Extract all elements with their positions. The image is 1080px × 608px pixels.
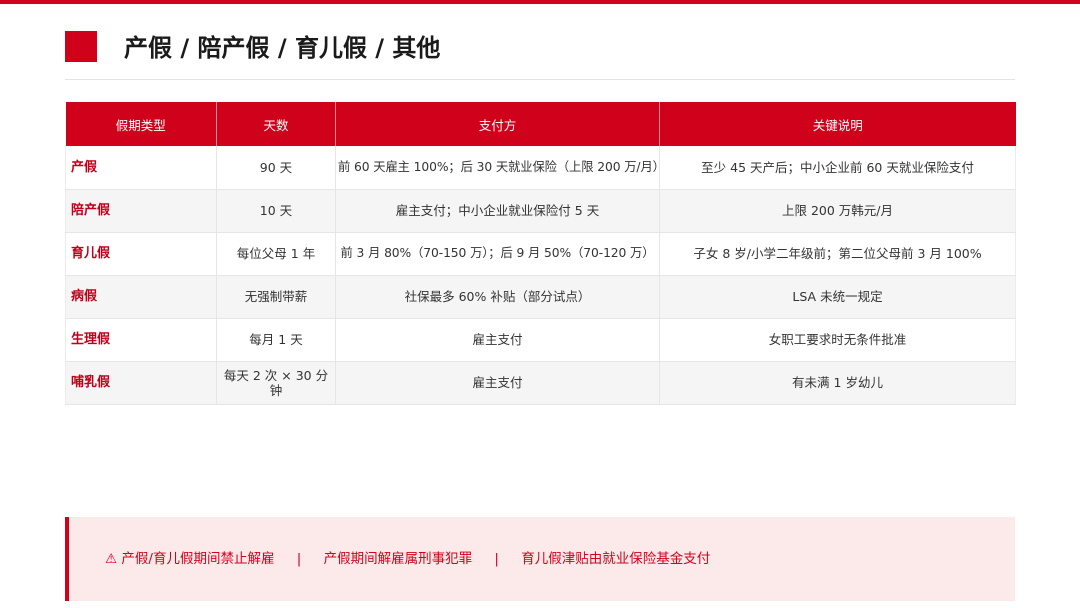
notice-line: ⚠ 产假/育儿假期间禁止解雇 | 产假期间解雇属刑事犯罪 | 育儿假津贴由就业保… [105, 549, 710, 569]
notice-item: 产假期间解雇属刑事犯罪 [323, 551, 473, 567]
table-row: 病假 无强制带薪 社保最多 60% 补贴（部分试点） LSA 未统一规定 [65, 275, 1016, 319]
table-header-row: 假期类型 天数 支付方 关键说明 [65, 102, 1016, 146]
leave-type-cell: 育儿假 [65, 232, 217, 276]
page-title: 产假 / 陪产假 / 育儿假 / 其他 [124, 34, 441, 62]
payer-cell: 社保最多 60% 补贴（部分试点） [335, 275, 660, 319]
leave-type-cell: 病假 [65, 275, 217, 319]
header-leave-type: 假期类型 [65, 102, 217, 146]
note-cell: LSA 未统一规定 [659, 275, 1016, 319]
note-cell: 至少 45 天产后；中小企业前 60 天就业保险支付 [659, 146, 1016, 190]
payer-cell: 前 3 月 80%（70-150 万）；后 9 月 50%（70-120 万） [335, 232, 660, 276]
notice-item: 产假/育儿假期间禁止解雇 [121, 551, 275, 567]
table-row: 生理假 每月 1 天 雇主支付 女职工要求时无条件批准 [65, 318, 1016, 362]
leave-type-cell: 产假 [65, 146, 217, 190]
leave-type-cell: 生理假 [65, 318, 217, 362]
payer-cell: 前 60 天雇主 100%；后 30 天就业保险（上限 200 万/月） [335, 146, 660, 190]
leave-type-cell: 哺乳假 [65, 361, 217, 405]
notice-item: 育儿假津贴由就业保险基金支付 [521, 551, 711, 567]
leave-table: 假期类型 天数 支付方 关键说明 产假 90 天 前 60 天雇主 100%；后… [65, 102, 1016, 405]
days-cell: 每位父母 1 年 [216, 232, 336, 276]
payer-cell: 雇主支付 [335, 318, 660, 362]
warning-icon: ⚠ [105, 551, 118, 567]
notice-separator: | [494, 551, 499, 567]
table-row: 产假 90 天 前 60 天雇主 100%；后 30 天就业保险（上限 200 … [65, 146, 1016, 190]
notice-banner: ⚠ 产假/育儿假期间禁止解雇 | 产假期间解雇属刑事犯罪 | 育儿假津贴由就业保… [65, 517, 1015, 601]
header-days: 天数 [216, 102, 336, 146]
note-cell: 上限 200 万韩元/月 [659, 189, 1016, 233]
payer-cell: 雇主支付；中小企业就业保险付 5 天 [335, 189, 660, 233]
leave-type-cell: 陪产假 [65, 189, 217, 233]
note-cell: 子女 8 岁/小学二年级前；第二位父母前 3 月 100% [659, 232, 1016, 276]
days-cell: 10 天 [216, 189, 336, 233]
days-cell: 每月 1 天 [216, 318, 336, 362]
days-cell: 无强制带薪 [216, 275, 336, 319]
title-divider [65, 79, 1015, 80]
note-cell: 有未满 1 岁幼儿 [659, 361, 1016, 405]
table-row: 育儿假 每位父母 1 年 前 3 月 80%（70-150 万）；后 9 月 5… [65, 232, 1016, 276]
note-cell: 女职工要求时无条件批准 [659, 318, 1016, 362]
header-key-notes: 关键说明 [659, 102, 1016, 146]
notice-separator: | [296, 551, 302, 567]
table-row: 陪产假 10 天 雇主支付；中小企业就业保险付 5 天 上限 200 万韩元/月 [65, 189, 1016, 233]
payer-cell: 雇主支付 [335, 361, 660, 405]
title-marker-square [65, 31, 97, 62]
days-cell: 90 天 [216, 146, 336, 190]
days-cell: 每天 2 次 × 30 分钟 [216, 361, 336, 405]
table-row: 哺乳假 每天 2 次 × 30 分钟 雇主支付 有未满 1 岁幼儿 [65, 361, 1016, 405]
top-accent-bar [0, 0, 1080, 4]
header-payer: 支付方 [335, 102, 660, 146]
